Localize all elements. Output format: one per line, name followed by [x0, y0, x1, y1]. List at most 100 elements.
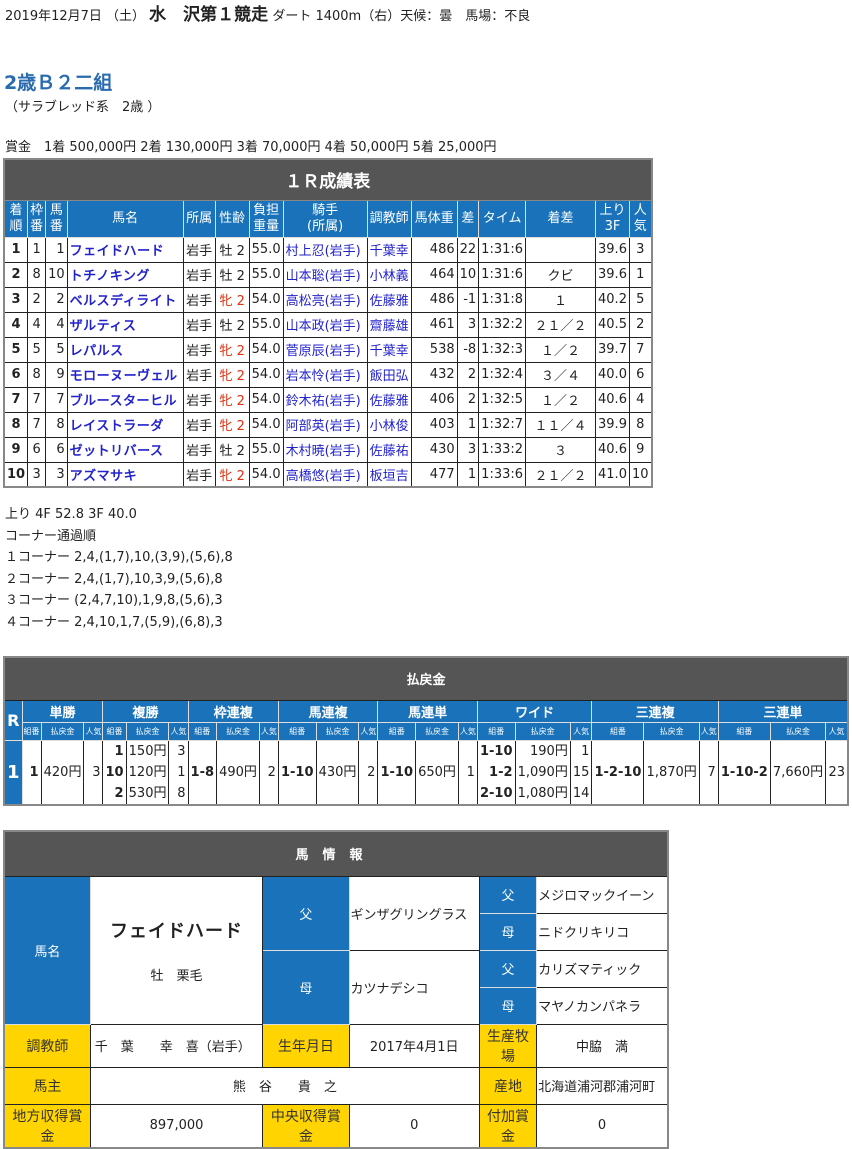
sex-age-cell: 牡 2 [214, 436, 250, 463]
payout-combo: 1-10-2 [720, 764, 768, 780]
last-3f: 39.6 [598, 267, 627, 282]
weight-diff-cell: 2 [456, 386, 480, 413]
finish-position: 6 [11, 367, 21, 382]
weight-diff: 22 [459, 242, 477, 257]
result-row: 5 5 5 レパルス 岩手牝 2 54.0 菅原辰(岩手) 千葉幸 538 -8 1:32:3 １／２… [3, 336, 653, 363]
local-prize-value: 897,000 [89, 1103, 264, 1148]
trainer-link[interactable]: 佐藤祐 [370, 444, 409, 459]
results-col-header: 所属 [182, 199, 216, 238]
finish-position-cell: 6 [3, 361, 29, 388]
trainer-link[interactable]: 佐藤雅 [370, 294, 409, 309]
affiliation: 岩手 [186, 394, 213, 409]
finish-position-cell: 10 [3, 461, 29, 488]
trainer-link[interactable]: 千葉幸 [370, 344, 409, 359]
frame-number: 3 [32, 466, 41, 482]
horse-name-link[interactable]: ベルスディライト [70, 294, 177, 309]
horse-name-link[interactable]: フェイドハード [70, 244, 165, 259]
results-col-header: 騎手 (所属) [282, 199, 368, 238]
race-conditions: ダート 1400m（右）天候：曇 馬場：不良 [272, 9, 531, 24]
corner-4: ４コーナー 2,4,10,1,7,(5,9),(6,8),3 [5, 614, 223, 630]
frame-number-cell: 3 [27, 461, 47, 488]
trainer-link[interactable]: 齋藤雄 [370, 319, 409, 334]
popularity-cell: 10 [628, 461, 653, 488]
payout-pop-cell: 2 [258, 739, 279, 805]
horse-name-link-cell: フェイドハード [66, 236, 184, 263]
corner-3: ３コーナー (2,4,7,10),1,9,8,(5,6),3 [5, 593, 223, 608]
popularity: 6 [636, 367, 645, 382]
body-weight: 538 [429, 342, 455, 357]
horse-number: 9 [56, 367, 65, 382]
jockey-link[interactable]: 高橋悠(岩手) [286, 469, 361, 484]
horse-number: 6 [56, 442, 65, 457]
birth-value: 2017年4月1日 [348, 1023, 480, 1068]
race-notes: 上り 4F 52.8 3F 40.0 コーナー通過順 １コーナー 2,4,(1,… [5, 504, 233, 633]
finish-position: 9 [11, 442, 21, 457]
finish-time: 1:31:6 [481, 267, 524, 282]
payout-pop: 7 [707, 764, 716, 780]
horse-name-link[interactable]: アズマサキ [70, 469, 138, 484]
margin: ３ [554, 444, 568, 459]
horse-name-link[interactable]: レイストラーダ [70, 419, 164, 434]
horse-name-link[interactable]: ザルティス [70, 319, 137, 334]
last-3f-cell: 41.0 [595, 461, 630, 488]
horse-name-link[interactable]: レパルス [70, 344, 124, 359]
horse-name-link[interactable]: ブルースターヒル [70, 394, 177, 409]
trainer-value: 千 葉 幸 喜（岩手） [89, 1023, 264, 1068]
horse-name-link[interactable]: ゼットリバース [70, 444, 164, 459]
horse-number: 2 [56, 292, 65, 307]
payout-sub-header-amount: 払戻金 [769, 721, 827, 741]
jockey-link[interactable]: 菅原辰(岩手) [286, 344, 361, 359]
payout-sub-header-amount: 払戻金 [125, 721, 170, 741]
trainer-link[interactable]: 板垣吉 [370, 469, 409, 484]
sex-age-cell: 牝 2 [214, 336, 250, 363]
jockey-link[interactable]: 高松亮(岩手) [286, 294, 361, 309]
jockey-link[interactable]: 阿部英(岩手) [286, 419, 361, 434]
jockey-link-cell: 山本政(岩手) [282, 311, 368, 338]
birth-label: 生年月日 [262, 1023, 350, 1068]
horse-number: 10 [48, 267, 65, 282]
weight-carried-cell: 55.0 [248, 261, 284, 288]
trainer-link[interactable]: 佐藤雅 [370, 394, 409, 409]
popularity: 1 [636, 267, 645, 282]
body-weight-cell: 406 [410, 386, 458, 413]
results-col-header: タイム [478, 199, 527, 238]
owner-value: 熊 谷 貴 之 [89, 1066, 480, 1105]
trainer-link[interactable]: 小林俊 [370, 419, 409, 434]
margin-cell: ２１／２ [525, 311, 597, 338]
weight-diff: 1 [467, 466, 477, 482]
payout-table: 払戻金 R 単勝 複勝 枠連複 馬連複 馬連単 ワイド 三連複 三連単 組番 払戻金 人気 組番 払戻金… [3, 656, 849, 806]
jockey-link[interactable]: 岩本怜(岩手) [286, 369, 361, 384]
payout-sub-header-combo: 組番 [591, 721, 645, 741]
horse-name-link[interactable]: トチノキング [70, 269, 150, 284]
trainer-link-cell: 小林義 [366, 261, 412, 288]
finish-position: 5 [11, 342, 21, 357]
horse-number: 8 [56, 417, 65, 432]
payout-combo: 1-8 [190, 764, 215, 780]
results-col-header: 上り 3F [595, 199, 630, 238]
jockey-link[interactable]: 村上忍(岩手) [286, 244, 361, 259]
weight-diff: -1 [463, 292, 477, 307]
weight-carried-cell: 54.0 [248, 336, 284, 363]
jockey-link[interactable]: 山本政(岩手) [286, 319, 361, 334]
payout-amount-cell: 420円 [40, 739, 85, 805]
finish-time-cell: 1:32:3 [478, 336, 527, 363]
trainer-link[interactable]: 小林義 [370, 269, 409, 284]
horse-name-link[interactable]: モローヌーヴェル [70, 369, 178, 384]
results-col-header: 人 気 [628, 199, 653, 238]
jockey-link[interactable]: 鈴木祐(岩手) [286, 394, 361, 409]
trainer-link[interactable]: 飯田弘 [370, 369, 409, 384]
jockey-link[interactable]: 木村暁(岩手) [286, 444, 361, 459]
horse-name: フェイドハード [110, 920, 243, 942]
payout-combo: 1-10 [479, 743, 513, 759]
trainer-link[interactable]: 千葉幸 [370, 244, 409, 259]
trainer-link-cell: 齋藤雄 [366, 311, 412, 338]
result-row: 8 7 8 レイストラーダ 岩手牝 2 54.0 阿部英(岩手) 小林俊 403 1 1:32:7 １… [3, 411, 653, 438]
popularity-cell: 5 [628, 286, 653, 313]
affiliation: 岩手 [186, 419, 213, 434]
frame-number: 2 [32, 292, 41, 307]
jockey-link[interactable]: 山本聡(岩手) [286, 269, 361, 284]
trainer-link-cell: 佐藤祐 [366, 436, 412, 463]
finish-position-cell: 2 [3, 261, 29, 288]
payout-sub-header-pop: 人気 [457, 721, 478, 741]
result-row: 6 8 9 モローヌーヴェル 岩手牝 2 54.0 岩本怜(岩手) 飯田弘 432 2 1:32:4… [3, 361, 653, 388]
